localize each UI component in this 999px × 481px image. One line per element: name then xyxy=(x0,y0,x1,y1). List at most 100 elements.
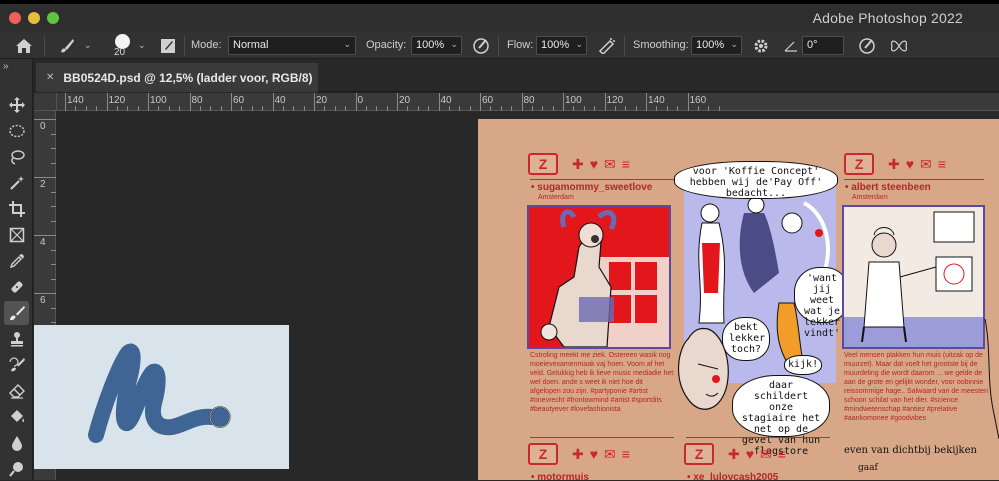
document-tab[interactable]: ✕ BB0524D.psd @ 12,5% (ladder voor, RGB/… xyxy=(36,63,318,92)
document-tab-bar: ✕ BB0524D.psd @ 12,5% (ladder voor, RGB/… xyxy=(34,59,999,92)
ruler-tick-label: 140 xyxy=(648,95,665,106)
mode-label: Mode: xyxy=(191,39,222,51)
angle-input[interactable]: 0° xyxy=(802,36,844,55)
plus-icon: ✚ xyxy=(572,445,584,462)
flow-value: 100% xyxy=(541,39,570,51)
healing-brush-tool-icon[interactable] xyxy=(4,275,29,299)
menu-icon: ≡ xyxy=(777,445,786,462)
document-tab-title: BB0524D.psd @ 12,5% (ladder voor, RGB/8) xyxy=(63,70,313,85)
close-window-button[interactable] xyxy=(9,12,21,24)
chevron-down-icon: ⌄ xyxy=(343,39,351,49)
airbrush-icon[interactable] xyxy=(596,35,618,56)
separator xyxy=(184,36,185,56)
home-icon[interactable] xyxy=(13,35,35,56)
clone-stamp-tool-icon[interactable] xyxy=(4,327,29,351)
divider xyxy=(530,437,674,438)
mode-select[interactable]: Normal ⌄ xyxy=(228,36,356,55)
pressure-size-icon[interactable] xyxy=(856,35,878,56)
plus-icon: ✚ xyxy=(728,445,740,462)
move-tool-icon[interactable] xyxy=(4,93,29,117)
ruler-minor-tick xyxy=(51,278,56,280)
ruler-tick-label: 0 xyxy=(40,121,46,132)
comic-panel-selfie xyxy=(527,205,671,349)
document-canvas[interactable]: Z ✚ ♥ ✉ ≡ • sugamommy_sweetlove Amsterda… xyxy=(478,119,999,480)
speech-bubble-top: voor 'Koffie Concept' hebben wij de'Pay … xyxy=(674,161,838,199)
sketch-lines xyxy=(984,319,999,439)
brush-size-picker[interactable]: 20 xyxy=(110,34,136,59)
gear-icon[interactable] xyxy=(750,35,772,56)
ruler-tick-label: 120 xyxy=(606,95,624,106)
horizontal-ruler[interactable]: 140 120 100 80 60 40 20 0 20 40 60 80 100 120 140 160 xyxy=(57,93,999,111)
profile-name: • motormuis xyxy=(531,472,589,480)
brand-header-left: Z ✚ ♥ ✉ ≡ xyxy=(528,149,630,179)
magic-wand-tool-icon[interactable] xyxy=(4,171,29,195)
ruler-tick-label: 140 xyxy=(67,95,84,106)
toolbox: » xyxy=(0,59,33,480)
brand-header-right: Z ✚ ♥ ✉ ≡ xyxy=(844,149,946,179)
ruler-minor-tick xyxy=(51,307,56,309)
brush-preset-chevron-icon[interactable]: ⌄ xyxy=(84,40,92,51)
smoothing-label: Smoothing: xyxy=(633,39,689,51)
eraser-tool-icon[interactable] xyxy=(4,379,29,403)
ruler-tick-label: 80 xyxy=(523,95,535,106)
crop-tool-icon[interactable] xyxy=(4,197,29,221)
profile-city: Amsterdam xyxy=(852,194,888,201)
smoothing-input[interactable]: 100% ⌄ xyxy=(691,36,742,55)
ruler-tick xyxy=(314,93,315,111)
ruler-tick xyxy=(521,93,523,111)
ruler-tick xyxy=(563,93,564,111)
symmetry-butterfly-icon[interactable] xyxy=(888,35,910,56)
paint-bucket-tool-icon[interactable] xyxy=(4,405,29,429)
history-brush-tool-icon[interactable] xyxy=(4,353,29,377)
brush-settings-panel-icon[interactable] xyxy=(157,35,179,56)
marquee-tool-icon[interactable] xyxy=(4,119,29,143)
ruler-tick-label: 40 xyxy=(440,95,452,106)
chevron-down-icon: ⌄ xyxy=(575,39,583,49)
comic-panel-doctor xyxy=(842,205,985,349)
pressure-opacity-icon[interactable] xyxy=(470,35,492,56)
frame-tool-icon[interactable] xyxy=(4,223,29,247)
app-title: Adobe Photoshop 2022 xyxy=(812,10,963,26)
plus-icon: ✚ xyxy=(888,155,900,172)
eyedropper-tool-icon[interactable] xyxy=(4,249,29,273)
ruler-tick-label: 160 xyxy=(689,95,707,106)
opacity-input[interactable]: 100% ⌄ xyxy=(411,36,462,55)
collapse-panel-icon[interactable]: » xyxy=(3,61,9,72)
ruler-tick xyxy=(272,93,274,111)
plus-icon: ✚ xyxy=(572,155,584,172)
ruler-tick-label: 100 xyxy=(150,95,167,106)
opacity-label: Opacity: xyxy=(366,39,407,51)
brush-preset-icon[interactable] xyxy=(56,35,78,56)
ruler-tick xyxy=(34,235,56,236)
ruler-tick-label: 100 xyxy=(565,95,582,106)
divider xyxy=(530,179,674,180)
ruler-minor-tick xyxy=(51,264,56,265)
divider xyxy=(844,179,984,180)
menu-icon: ≡ xyxy=(621,445,630,462)
zoom-window-button[interactable] xyxy=(47,12,59,24)
profile-name: • xe_lulovcash2005 xyxy=(687,472,779,480)
dodge-tool-icon[interactable] xyxy=(4,457,29,481)
flow-input[interactable]: 100% ⌄ xyxy=(536,36,587,55)
handwritten-note: even van dichtbij bekijken xyxy=(844,445,977,456)
ruler-tick-label: 2 xyxy=(40,179,46,190)
close-tab-icon[interactable]: ✕ xyxy=(46,72,54,83)
ruler-tick xyxy=(34,293,56,294)
ruler-tick-label: 6 xyxy=(40,295,46,306)
minimize-window-button[interactable] xyxy=(28,12,40,24)
brush-size-chevron-icon[interactable]: ⌄ xyxy=(138,40,146,51)
brush-tool-icon[interactable] xyxy=(4,301,29,325)
handwritten-note-2: gaaf xyxy=(858,463,878,473)
brand-header-bottom-mid: Z ✚ ♥ ✉ ≡ xyxy=(684,439,786,469)
ruler-tick-label: 60 xyxy=(233,95,245,106)
ruler-tick-label: 80 xyxy=(191,95,203,106)
lasso-tool-icon[interactable] xyxy=(4,145,29,169)
separator xyxy=(498,36,499,56)
ruler-minor-tick xyxy=(51,162,56,164)
ruler-tick-label: 60 xyxy=(482,95,494,106)
blur-tool-icon[interactable] xyxy=(4,431,29,455)
separator xyxy=(44,36,45,56)
separator xyxy=(624,36,625,56)
ruler-tick xyxy=(397,93,398,111)
heart-icon: ♥ xyxy=(589,445,599,462)
